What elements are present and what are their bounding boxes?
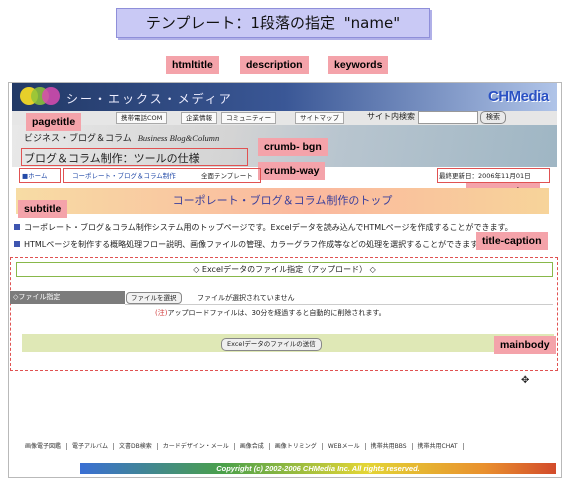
description-line: HTMLページを制作する概略処理フロー説明、画像ファイルの管理、カラーグラフ作成… bbox=[14, 239, 485, 250]
label-crumb-way: crumb-way bbox=[258, 162, 326, 180]
description-text: HTMLページを制作する概略処理フロー説明、画像ファイルの管理、カラーグラフ作成… bbox=[24, 240, 486, 249]
upload-heading: ◇ Excelデータのファイル指定（アップロード） ◇ bbox=[16, 262, 553, 277]
label-description: description bbox=[240, 56, 309, 74]
label-htmltitle: htmltitle bbox=[166, 56, 219, 74]
footer-link[interactable]: 文書DB検索 bbox=[113, 443, 158, 450]
label-crumb-bgn: crumb- bgn bbox=[258, 138, 328, 156]
footer-link[interactable]: 画像トリミング bbox=[269, 443, 323, 450]
nav-item-sitemap[interactable]: サイトマップ bbox=[295, 112, 344, 124]
search-button[interactable]: 検索 bbox=[480, 111, 506, 124]
breadcrumb-corporate[interactable]: コーポレート・ブログ＆コラム制作 bbox=[72, 170, 176, 180]
footer-link[interactable]: 携帯共用CHAT bbox=[412, 443, 464, 450]
breadcrumb-current: 全面テンプレート bbox=[201, 172, 253, 180]
footer-link[interactable]: 画像電子図鑑 bbox=[20, 443, 68, 450]
mouse-cursor-icon: ✥ bbox=[521, 375, 530, 386]
brand-logo[interactable]: CHMedia bbox=[488, 88, 549, 105]
page-heading: テンプレート：1段落の指定 "name" bbox=[116, 8, 430, 38]
footer-link[interactable]: WEBメール bbox=[322, 443, 366, 450]
footer-link[interactable]: 電子アルバム bbox=[67, 443, 114, 450]
label-mainbody: mainbody bbox=[494, 336, 556, 354]
bullet-icon bbox=[14, 241, 20, 247]
send-excel-button[interactable]: Excelデータのファイルの送信 bbox=[221, 338, 322, 351]
nav-item-mobile[interactable]: 携帯電話COM bbox=[116, 112, 168, 124]
page-title: ブログ＆コラム制作：ツールの仕様 bbox=[24, 152, 200, 165]
nav-item-community[interactable]: コミュニティー bbox=[221, 112, 277, 124]
last-updated: 最終更新日：2006年11月01日 bbox=[439, 172, 531, 180]
subtitle: コーポレート・ブログ＆コラム制作のトップ bbox=[172, 194, 393, 207]
banner-category: ビジネス・ブログ＆コラム Business Blog&Column bbox=[24, 131, 219, 144]
bullet-icon bbox=[14, 224, 20, 230]
file-label: ◇ファイル指定 bbox=[10, 291, 125, 304]
footer-link[interactable]: 画像合成 bbox=[234, 443, 270, 450]
file-status: ファイルが選択されていません bbox=[197, 294, 295, 302]
footer-link[interactable]: カードデザイン・メール bbox=[157, 443, 235, 450]
heading-prefix: テンプレート：1段落の指定 bbox=[145, 14, 335, 32]
search-input[interactable] bbox=[418, 111, 478, 124]
label-pagetitle: pagetitle bbox=[26, 113, 82, 131]
label-keywords: keywords bbox=[328, 56, 389, 74]
description-line: コーポレート・ブログ＆コラム制作システム用のトップページです。Excelデータを… bbox=[14, 222, 513, 233]
nav-item-company[interactable]: 企業情報 bbox=[181, 112, 217, 124]
choose-file-button[interactable]: ファイルを選択 bbox=[126, 292, 182, 304]
label-title-caption: title-caption bbox=[476, 232, 548, 250]
file-cell bbox=[125, 291, 553, 305]
banner-category-jp: ビジネス・ブログ＆コラム bbox=[24, 134, 132, 144]
upload-note: (注)アップロードファイルは、30分を経過すると自動的に削除されます。 bbox=[155, 308, 386, 318]
footer-link[interactable]: 携帯共用BBS bbox=[365, 443, 413, 450]
breadcrumb-home[interactable]: ■ホーム bbox=[22, 170, 47, 180]
heading-name: "name" bbox=[343, 14, 401, 32]
label-subtitle: subtitle bbox=[18, 200, 68, 218]
search-label: サイト内検索 bbox=[367, 112, 415, 121]
copyright: Copyright (c) 2002-2006 CHMedia Inc. All… bbox=[80, 463, 556, 474]
site-name: シー・エックス・メディア bbox=[66, 92, 233, 106]
description-text: コーポレート・ブログ＆コラム制作システム用のトップページです。Excelデータを… bbox=[24, 223, 513, 232]
footer-links: 画像電子図鑑 電子アルバム 文書DB検索 カードデザイン・メール 画像合成 画像トリミング… bbox=[20, 441, 464, 451]
note-mark: (注) bbox=[155, 309, 168, 317]
banner-category-en: Business Blog&Column bbox=[137, 133, 220, 143]
note-text: アップロードファイルは、30分を経過すると自動的に削除されます。 bbox=[167, 309, 386, 317]
chmedia-logo-icon bbox=[20, 87, 60, 105]
